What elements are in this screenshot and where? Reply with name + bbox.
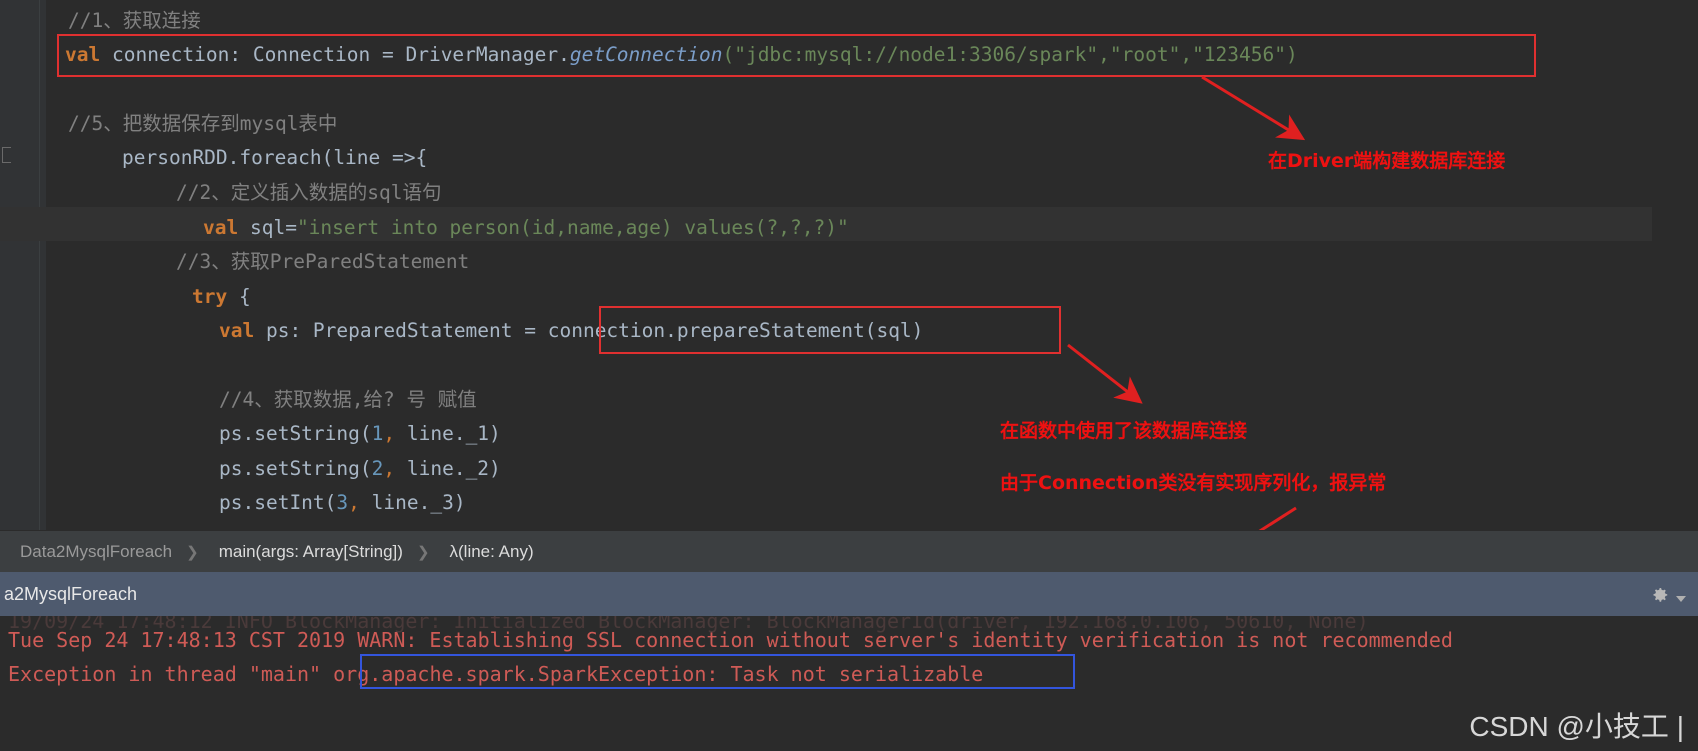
- breadcrumb-item-class[interactable]: Data2MysqlForeach: [20, 542, 172, 562]
- code-comment-5: //5、把数据保存到mysql表中: [68, 112, 338, 135]
- set-int-head: ps.setInt(: [219, 491, 337, 514]
- set-string-1-head: ps.setString(: [219, 422, 372, 445]
- code-comment-3: //3、获取PreParedStatement: [176, 250, 470, 273]
- set-string-2-head: ps.setString(: [219, 457, 372, 480]
- console-line-exception: Exception in thread "main" org.apache.sp…: [8, 657, 983, 691]
- set-int-tail: line._3): [359, 491, 466, 514]
- set-string-1-index: 1: [371, 422, 384, 445]
- foreach-call: personRDD.foreach(line =>{: [122, 146, 428, 169]
- breadcrumb-separator-icon: ❯: [186, 544, 199, 561]
- keyword-val-2: val: [203, 216, 239, 239]
- code-editor[interactable]: //1、获取连接 val connection: Connection = Dr…: [0, 0, 1698, 530]
- watermark: CSDN @小技工 |: [1469, 711, 1684, 742]
- exception-prefix: Exception in thread "main": [8, 662, 334, 686]
- console-line-warn: Tue Sep 24 17:48:13 CST 2019 WARN: Estab…: [8, 628, 1453, 652]
- breadcrumb[interactable]: Data2MysqlForeach ❯ main(args: Array[Str…: [0, 530, 1698, 573]
- sql-assign: sql=: [238, 216, 297, 239]
- code-comment-2: //2、定义插入数据的sql语句: [176, 181, 442, 204]
- code-comment-4: //4、获取数据,给? 号 赋值: [219, 388, 477, 411]
- connection-args: ("jdbc:mysql://node1:3306/spark","root",…: [722, 43, 1298, 66]
- connection-decl: connection: Connection = DriverManager.: [100, 43, 570, 66]
- set-string-2-index: 2: [371, 457, 384, 480]
- prepare-statement-expr: connection.prepareStatement(sql): [547, 319, 924, 342]
- keyword-val-3: val: [219, 319, 255, 342]
- set-string-2-tail: line._2): [395, 457, 501, 480]
- annotation-not-serializable: 由于Connection类没有实现序列化，报异常: [1000, 472, 1387, 494]
- get-connection-call: getConnection: [569, 43, 723, 66]
- annotation-used-in-function: 在函数中使用了该数据库连接: [1000, 420, 1248, 442]
- code-fold-icon[interactable]: [0, 143, 14, 167]
- annotation-driver-side: 在Driver端构建数据库连接: [1268, 150, 1506, 172]
- code-comment-1: //1、获取连接: [68, 9, 201, 32]
- comma-2: ,: [383, 457, 396, 480]
- set-string-1-tail: line._1): [395, 422, 501, 445]
- try-brace: {: [227, 285, 251, 308]
- sql-string: "insert into person(id,name,age) values(…: [296, 216, 849, 239]
- exception-message: org.apache.spark.SparkException: Task no…: [333, 662, 984, 686]
- code-text: //1、获取连接 val connection: Connection = Dr…: [46, 0, 1698, 530]
- breadcrumb-item-method[interactable]: main(args: Array[String]): [219, 542, 403, 562]
- keyword-val-1: val: [65, 43, 101, 66]
- chevron-down-icon[interactable]: [1676, 596, 1686, 602]
- keyword-try: try: [192, 285, 228, 308]
- comma-3: ,: [348, 491, 360, 514]
- set-int-index: 3: [336, 491, 349, 514]
- gear-icon[interactable]: [1648, 584, 1670, 606]
- gutter-divider: [39, 0, 40, 530]
- comma-1: ,: [383, 422, 396, 445]
- run-tab-label[interactable]: a2MysqlForeach: [0, 572, 137, 616]
- ide-window: //1、获取连接 val connection: Connection = Dr…: [0, 0, 1698, 751]
- breadcrumb-separator-icon-2: ❯: [416, 544, 430, 561]
- run-tab-selected-background[interactable]: [0, 572, 1698, 616]
- breadcrumb-item-lambda[interactable]: λ(line: Any): [450, 542, 534, 562]
- ps-decl: ps: PreparedStatement =: [254, 319, 548, 342]
- run-console[interactable]: 19/09/24 17:48:12 INFO BlockManager: Ini…: [0, 616, 1698, 751]
